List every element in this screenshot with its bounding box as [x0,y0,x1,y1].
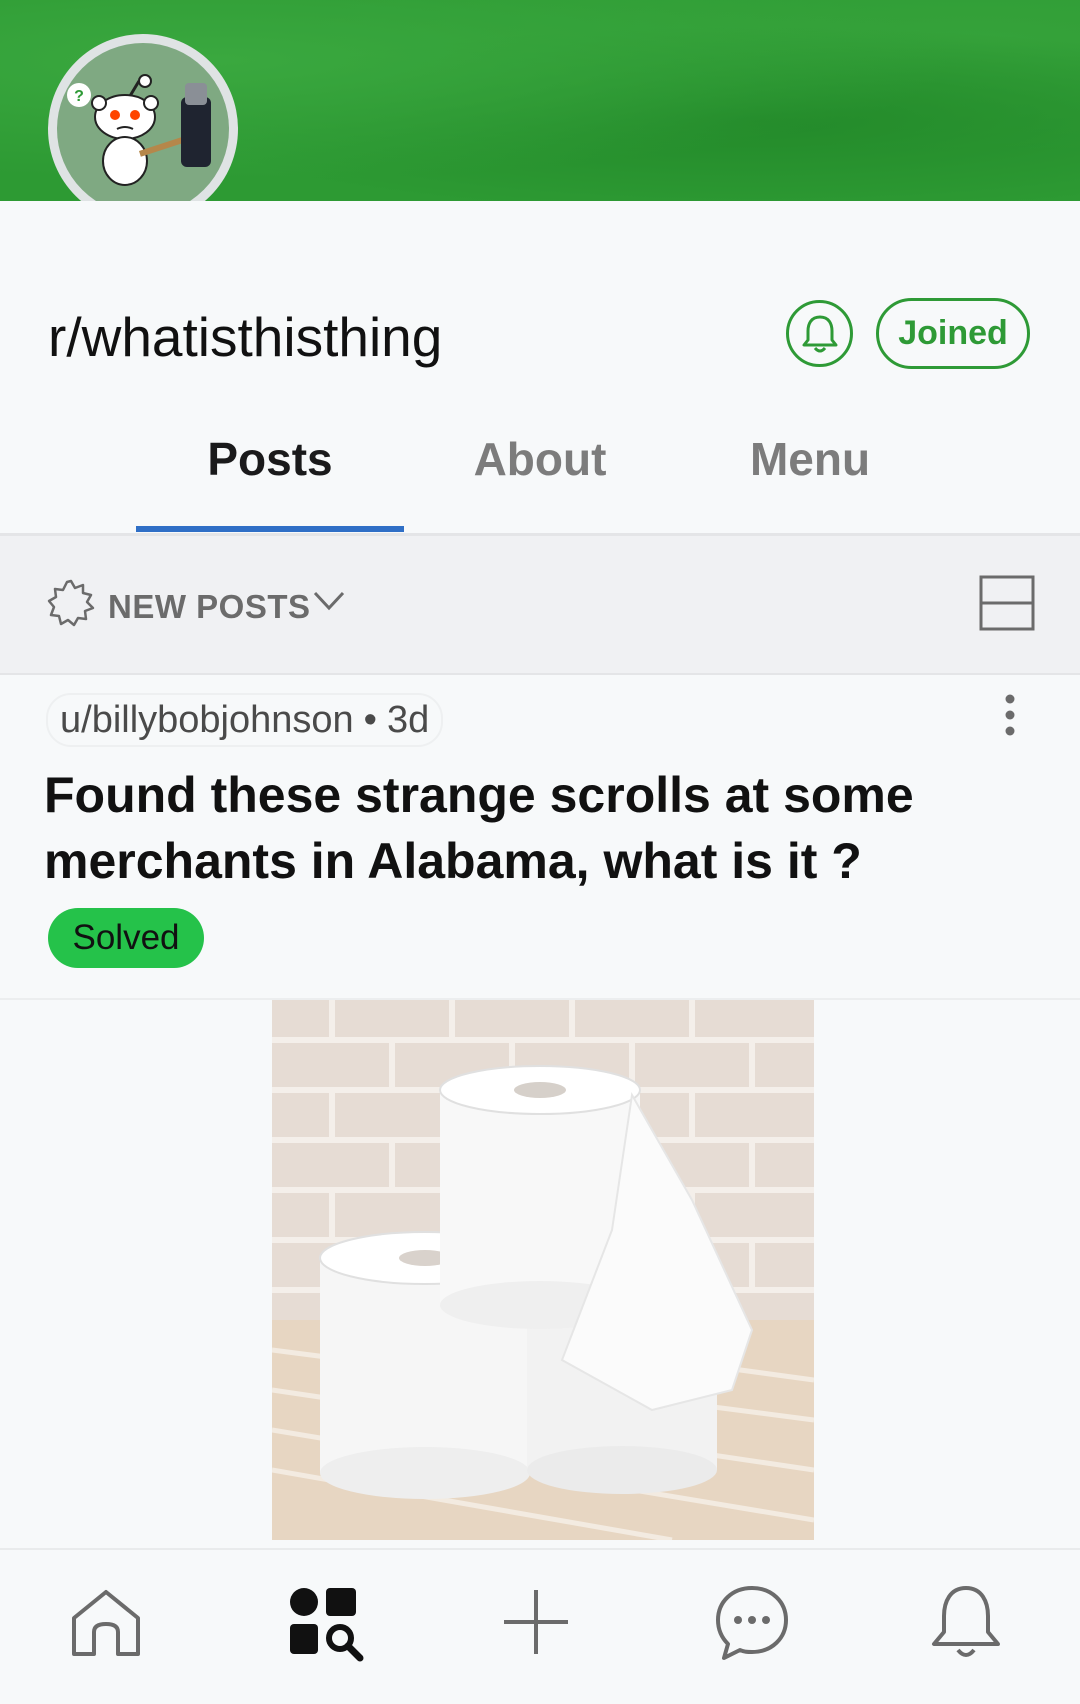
post-image[interactable] [272,1000,814,1540]
toilet-paper-rolls-image [272,1000,814,1540]
discover-icon[interactable] [282,1580,366,1664]
chat-icon[interactable] [710,1580,794,1664]
more-options-icon[interactable] [1000,692,1020,738]
sort-label[interactable]: NEW POSTS [108,588,311,626]
plus-icon[interactable] [494,1580,578,1664]
tab-posts[interactable]: Posts [136,432,404,486]
tab-about[interactable]: About [440,432,640,486]
svg-text:?: ? [74,88,84,105]
home-icon[interactable] [64,1580,148,1664]
chevron-down-icon[interactable] [312,590,346,612]
bell-icon [802,315,837,352]
sparkle-burst-icon[interactable] [46,578,96,628]
subreddit-name: r/whatisthisthing [48,306,443,368]
active-tab-indicator [136,526,404,532]
bell-icon[interactable] [924,1580,1008,1664]
notification-bell-button[interactable] [786,300,853,367]
post-flair[interactable]: Solved [48,908,204,968]
tab-menu[interactable]: Menu [720,432,900,486]
post-author[interactable]: u/billybobjohnson [60,699,354,742]
meta-separator: • [363,698,377,741]
card-view-icon[interactable] [978,574,1036,632]
snoo-mascot-icon: ? [67,74,211,186]
community-avatar[interactable]: ? [48,34,238,224]
joined-button[interactable]: Joined [876,298,1030,369]
post-title[interactable]: Found these strange scrolls at some merc… [44,762,1004,894]
post-age: 3d [386,698,430,741]
post-meta[interactable]: u/billybobjohnson • 3d [46,693,444,747]
